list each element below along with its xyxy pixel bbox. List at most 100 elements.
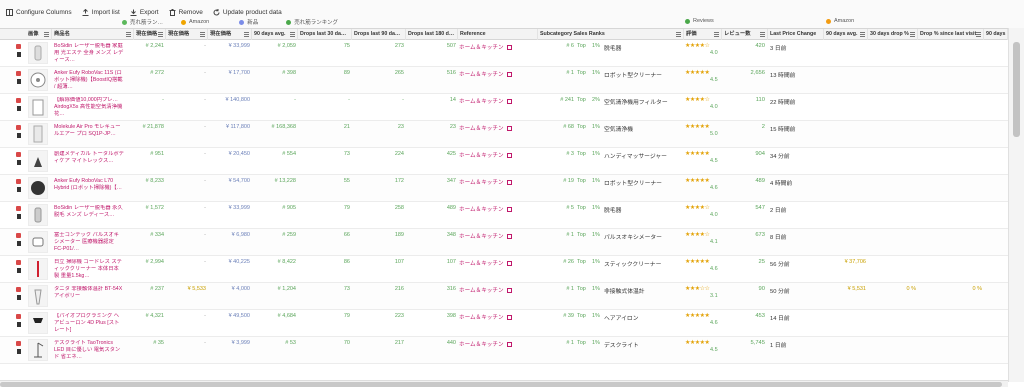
column-menu-icon[interactable] xyxy=(244,32,249,37)
reference-link[interactable]: ホーム＆キッチン xyxy=(459,340,512,348)
column-menu-icon[interactable] xyxy=(126,32,131,37)
product-name-link[interactable]: 【解除価値10,000円プレ… AirdogX5s 高性能空気清浄機 花… xyxy=(54,97,124,119)
column-menu-icon[interactable] xyxy=(760,32,765,37)
export-button[interactable]: Export xyxy=(130,9,159,16)
product-name-link[interactable]: タニタ 非接触体温計 BT-54X アイボリー xyxy=(54,286,124,308)
col-current-price-3[interactable]: 現在価格 xyxy=(208,29,252,40)
table-row[interactable]: タニタ 非接触体温計 BT-54X アイボリー # 237 ¥ 5,533 ¥ 4,0… xyxy=(0,283,1008,310)
table-row[interactable]: 日立 掃除機 コードレス スティッククリーナー 本体日本製 重量1.5kg… # … xyxy=(0,256,1008,283)
table-row[interactable]: 創建メディカル トータルボディケア マイトレックス… # 951 - ¥ 20,450… xyxy=(0,148,1008,175)
table-row[interactable]: 【解除価値10,000円プレ… AirdogX5s 高性能空気清浄機 花… - - ¥… xyxy=(0,94,1008,121)
bookmark-icon[interactable] xyxy=(17,322,21,327)
import-list-button[interactable]: Import list xyxy=(82,8,120,16)
reference-link[interactable]: ホーム＆キッチン xyxy=(459,286,512,294)
external-link-icon[interactable] xyxy=(506,342,512,347)
col-drops30[interactable]: Drops last 30 da… xyxy=(298,29,352,40)
column-menu-icon[interactable] xyxy=(676,32,681,37)
external-link-icon[interactable] xyxy=(506,261,512,266)
bookmark-icon[interactable] xyxy=(17,214,21,219)
product-name-link[interactable]: Anker Eufy RoboVac L70 Hybrid (ロボット掃除機)【… xyxy=(54,178,124,200)
reference-link[interactable]: ホーム＆キッチン xyxy=(459,151,512,159)
product-thumbnail[interactable] xyxy=(28,42,48,64)
column-menu-icon[interactable] xyxy=(290,32,295,37)
col-name[interactable]: 商品名 xyxy=(52,29,134,40)
external-link-icon[interactable] xyxy=(506,72,512,77)
delete-icon[interactable] xyxy=(16,314,21,319)
external-link-icon[interactable] xyxy=(506,180,512,185)
bookmark-icon[interactable] xyxy=(17,133,21,138)
external-link-icon[interactable] xyxy=(506,126,512,131)
product-thumbnail[interactable] xyxy=(28,96,48,118)
product-thumbnail[interactable] xyxy=(28,123,48,145)
bookmark-icon[interactable] xyxy=(17,187,21,192)
column-menu-icon[interactable] xyxy=(714,32,719,37)
bookmark-icon[interactable] xyxy=(17,52,21,57)
reference-link[interactable]: ホーム＆キッチン xyxy=(459,97,512,105)
product-thumbnail[interactable] xyxy=(28,204,48,226)
bookmark-icon[interactable] xyxy=(17,79,21,84)
external-link-icon[interactable] xyxy=(506,234,512,239)
delete-icon[interactable] xyxy=(16,179,21,184)
delete-icon[interactable] xyxy=(16,206,21,211)
col-subcategory[interactable]: Subcategory Sales Ranks xyxy=(538,29,684,40)
col-rating[interactable]: 評価 xyxy=(684,29,722,40)
product-name-link[interactable]: 日立 掃除機 コードレス スティッククリーナー 本体日本製 重量1.5kg… xyxy=(54,259,124,281)
product-name-link[interactable]: 創建メディカル トータルボディケア マイトレックス… xyxy=(54,151,124,173)
product-name-link[interactable]: Molekule Air Pro モレキュールエアー プロ SQ1P-JP… xyxy=(54,124,124,146)
configure-columns-button[interactable]: Configure Columns xyxy=(6,8,72,16)
external-link-icon[interactable] xyxy=(506,315,512,320)
delete-icon[interactable] xyxy=(16,152,21,157)
reference-link[interactable]: ホーム＆キッチン xyxy=(459,259,512,267)
product-name-link[interactable]: BoSidin レーザー脱毛器 永久脱毛 メンズ レディース… xyxy=(54,205,124,227)
vertical-scrollbar[interactable] xyxy=(1008,28,1024,382)
reference-link[interactable]: ホーム＆キッチン xyxy=(459,205,512,213)
delete-icon[interactable] xyxy=(16,44,21,49)
table-row[interactable]: Anker Eufy RoboVac 11S (ロボット掃除機)【BoostIQ… xyxy=(0,67,1008,94)
col-image[interactable]: 画像 xyxy=(26,29,52,40)
col-reference[interactable]: Reference xyxy=(458,29,538,40)
bookmark-icon[interactable] xyxy=(17,349,21,354)
delete-icon[interactable] xyxy=(16,233,21,238)
vertical-scroll-thumb[interactable] xyxy=(1013,42,1020,137)
delete-icon[interactable] xyxy=(16,341,21,346)
delete-icon[interactable] xyxy=(16,260,21,265)
bookmark-icon[interactable] xyxy=(17,160,21,165)
table-row[interactable]: 富士コンテック パルスオキシメーター 医療機器認定 FC-P01/… # 334 -… xyxy=(0,229,1008,256)
delete-icon[interactable] xyxy=(16,125,21,130)
column-menu-icon[interactable] xyxy=(860,32,865,37)
product-thumbnail[interactable] xyxy=(28,150,48,172)
table-row[interactable]: デスクライト TaoTronics LED 目に優しい 電気スタンド 省エネ… #… xyxy=(0,337,1008,364)
product-thumbnail[interactable] xyxy=(28,231,48,253)
col-drop30pct[interactable]: 30 days drop % xyxy=(868,29,918,40)
bookmark-icon[interactable] xyxy=(17,241,21,246)
product-name-link[interactable]: 富士コンテック パルスオキシメーター 医療機器認定 FC-P01/… xyxy=(54,232,124,254)
product-thumbnail[interactable] xyxy=(28,69,48,91)
delete-icon[interactable] xyxy=(16,287,21,292)
product-thumbnail[interactable] xyxy=(28,312,48,334)
update-product-data-button[interactable]: Update product data xyxy=(213,8,282,16)
delete-icon[interactable] xyxy=(16,98,21,103)
col-current-price[interactable]: 現在価格 xyxy=(134,29,166,40)
product-name-link[interactable]: デスクライト TaoTronics LED 目に優しい 電気スタンド 省エネ… xyxy=(54,340,124,362)
col-avg90[interactable]: 90 days avg. xyxy=(252,29,298,40)
column-menu-icon[interactable] xyxy=(976,32,981,37)
reference-link[interactable]: ホーム＆キッチン xyxy=(459,313,512,321)
reference-link[interactable]: ホーム＆キッチン xyxy=(459,178,512,186)
external-link-icon[interactable] xyxy=(506,153,512,158)
col-current-price-2[interactable]: 現在価格 xyxy=(166,29,208,40)
product-name-link[interactable]: BoSidin レーザー脱毛器 家庭用 光エステ 全身 メンズ レディース… xyxy=(54,43,124,65)
product-thumbnail[interactable] xyxy=(28,285,48,307)
bookmark-icon[interactable] xyxy=(17,268,21,273)
table-row[interactable]: Anker Eufy RoboVac L70 Hybrid (ロボット掃除機)【… xyxy=(0,175,1008,202)
column-menu-icon[interactable] xyxy=(44,32,49,37)
column-menu-icon[interactable] xyxy=(910,32,915,37)
reference-link[interactable]: ホーム＆キッチン xyxy=(459,232,512,240)
external-link-icon[interactable] xyxy=(506,207,512,212)
col-last-price-change[interactable]: Last Price Change xyxy=(768,29,824,40)
col-avg90b[interactable]: 90 days avg. xyxy=(824,29,868,40)
external-link-icon[interactable] xyxy=(506,99,512,104)
col-review-count[interactable]: レビュー数 xyxy=(722,29,768,40)
bookmark-icon[interactable] xyxy=(17,295,21,300)
external-link-icon[interactable] xyxy=(506,288,512,293)
col-drop-since-visit[interactable]: Drop % since last visit xyxy=(918,29,984,40)
